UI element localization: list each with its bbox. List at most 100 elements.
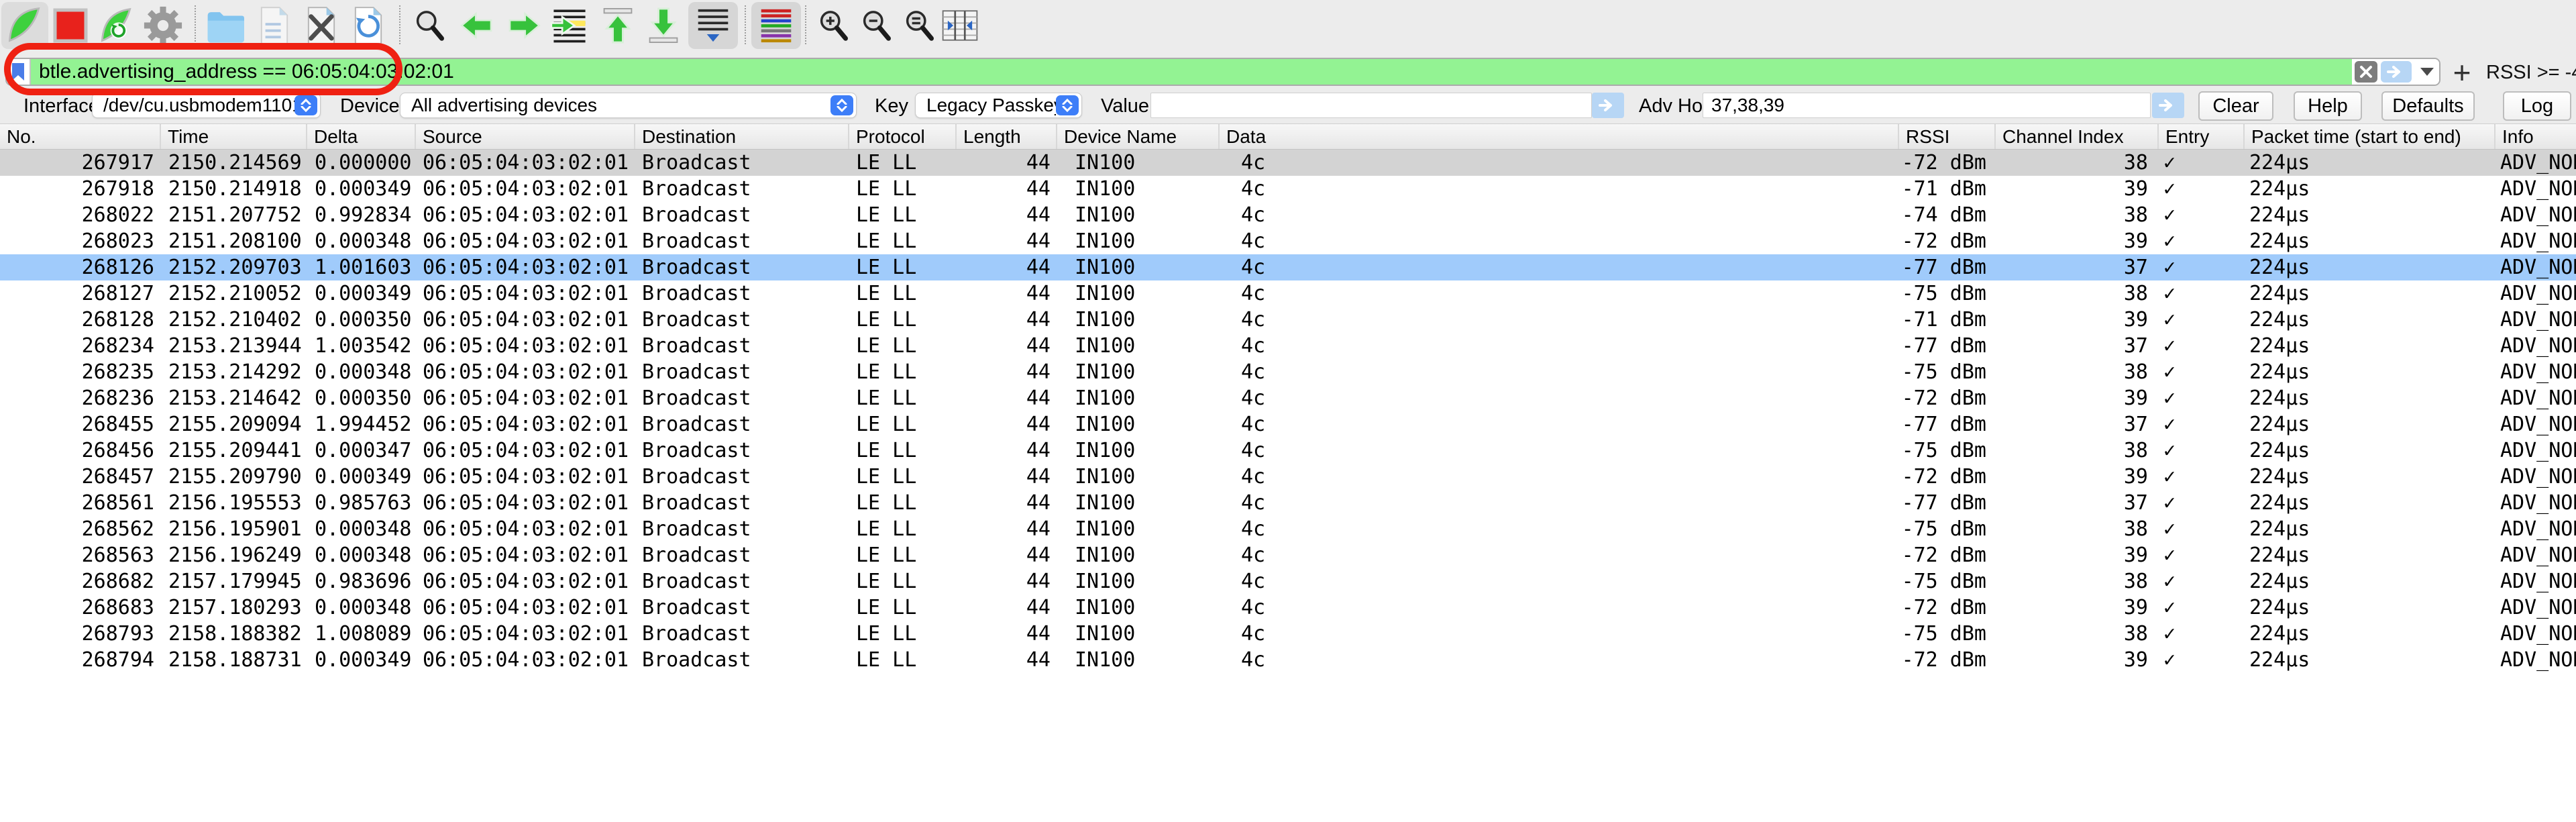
save-file-icon[interactable]	[252, 3, 297, 48]
table-row[interactable]: 2686832157.1802930.00034806:05:04:03:02:…	[0, 595, 2576, 621]
cell-no: 268235	[0, 359, 160, 385]
right-arrow-icon	[2387, 66, 2406, 78]
log-button[interactable]: Log	[2503, 91, 2571, 121]
clear-filter-button[interactable]	[2355, 61, 2377, 83]
column-header-entry[interactable]: Entry	[2157, 124, 2243, 149]
device-select[interactable]: All advertising devices	[400, 93, 857, 118]
table-row[interactable]: 2685612156.1955530.98576306:05:04:03:02:…	[0, 490, 2576, 516]
help-button[interactable]: Help	[2294, 91, 2362, 121]
table-row[interactable]: 2679172150.2145690.00000006:05:04:03:02:…	[0, 150, 2576, 176]
table-row[interactable]: 2684562155.2094410.00034706:05:04:03:02:…	[0, 438, 2576, 464]
table-row[interactable]: 2685622156.1959010.00034806:05:04:03:02:…	[0, 516, 2576, 542]
cell-delta: 0.000348	[306, 516, 415, 542]
table-row[interactable]: 2681272152.2100520.00034906:05:04:03:02:…	[0, 280, 2576, 307]
column-header-time[interactable]: Time	[160, 124, 306, 149]
reload-file-icon[interactable]	[346, 3, 390, 48]
cell-source: 06:05:04:03:02:01	[415, 411, 634, 438]
filter-dropdown-caret-icon[interactable]	[2420, 68, 2434, 76]
table-row[interactable]: 2679182150.2149180.00034906:05:04:03:02:…	[0, 176, 2576, 202]
go-to-packet-icon[interactable]	[547, 3, 592, 48]
table-row[interactable]: 2686822157.1799450.98369606:05:04:03:02:…	[0, 568, 2576, 595]
column-header-destination[interactable]: Destination	[634, 124, 848, 149]
table-row[interactable]: 2682342153.2139441.00354206:05:04:03:02:…	[0, 333, 2576, 359]
table-row[interactable]: 2684572155.2097900.00034906:05:04:03:02:…	[0, 464, 2576, 490]
key-select[interactable]: Legacy Passkey	[915, 93, 1082, 118]
cell-entry: ✓	[2157, 228, 2243, 254]
display-filter-field[interactable]: btle.advertising_address == 06:05:04:03:…	[5, 58, 2440, 86]
cell-time: 2150.214569	[160, 150, 306, 176]
cell-entry: ✓	[2157, 176, 2243, 202]
defaults-button[interactable]: Defaults	[2381, 91, 2475, 121]
colorize-toggle[interactable]	[751, 2, 801, 49]
table-row[interactable]: 2681282152.2104020.00035006:05:04:03:02:…	[0, 307, 2576, 333]
table-row[interactable]: 2680222151.2077520.99283406:05:04:03:02:…	[0, 202, 2576, 228]
resize-columns-icon[interactable]	[938, 3, 982, 48]
table-row[interactable]: 2687932158.1883821.00808906:05:04:03:02:…	[0, 621, 2576, 647]
open-file-folder-icon[interactable]	[203, 3, 247, 48]
table-row[interactable]: 2682352153.2142920.00034806:05:04:03:02:…	[0, 359, 2576, 385]
cell-no: 268793	[0, 621, 160, 647]
cell-packet_time: 224µs	[2243, 150, 2494, 176]
cell-delta: 1.001603	[306, 254, 415, 280]
key-value: Legacy Passkey	[916, 95, 1056, 116]
table-row[interactable]: 2687942158.1887310.00034906:05:04:03:02:…	[0, 647, 2576, 673]
add-filter-button[interactable]: +	[2449, 59, 2475, 86]
device-label: Device	[340, 95, 400, 117]
cell-source: 06:05:04:03:02:01	[415, 542, 634, 568]
filter-shortcut-rssi[interactable]: RSSI >= -40	[2486, 62, 2576, 84]
filter-bookmark-button[interactable]	[7, 59, 31, 85]
go-to-top-icon[interactable]	[596, 3, 640, 48]
column-header-channel_index[interactable]: Channel Index	[1994, 124, 2157, 149]
apply-filter-button[interactable]	[2381, 61, 2412, 83]
cell-destination: Broadcast	[634, 280, 848, 307]
table-row[interactable]: 2685632156.1962490.00034806:05:04:03:02:…	[0, 542, 2576, 568]
column-header-delta[interactable]: Delta	[306, 124, 415, 149]
go-back-arrow-icon[interactable]	[455, 3, 499, 48]
toolbar-separator	[195, 5, 196, 44]
cell-protocol: LE LL	[848, 411, 955, 438]
column-header-protocol[interactable]: Protocol	[848, 124, 955, 149]
column-header-length[interactable]: Length	[955, 124, 1056, 149]
column-header-no[interactable]: No.	[0, 124, 160, 149]
cell-length: 44	[955, 359, 1056, 385]
table-row[interactable]: 2684552155.2090941.99445206:05:04:03:02:…	[0, 411, 2576, 438]
restart-capture-icon[interactable]	[94, 3, 138, 48]
cell-no: 268128	[0, 307, 160, 333]
auto-scroll-toggle[interactable]	[688, 2, 738, 49]
column-header-device_name[interactable]: Device Name	[1056, 124, 1218, 149]
cell-protocol: LE LL	[848, 254, 955, 280]
cell-channel_index: 38	[1994, 438, 2157, 464]
column-header-rssi[interactable]: RSSI	[1898, 124, 1994, 149]
capture-options-gear-icon[interactable]	[141, 3, 185, 48]
zoom-reset-icon[interactable]	[898, 3, 942, 48]
zoom-in-icon[interactable]	[812, 3, 856, 48]
column-header-data[interactable]: Data	[1218, 124, 1898, 149]
find-packet-magnifier-icon[interactable]	[408, 3, 452, 48]
adv-hop-input[interactable]: 37,38,39	[1703, 93, 2151, 118]
cell-data: 4c	[1218, 307, 1898, 333]
column-header-source[interactable]: Source	[415, 124, 634, 149]
close-file-icon[interactable]	[299, 3, 343, 48]
table-row[interactable]: 2681262152.2097031.00160306:05:04:03:02:…	[0, 254, 2576, 280]
cell-protocol: LE LL	[848, 464, 955, 490]
table-row[interactable]: 2682362153.2146420.00035006:05:04:03:02:…	[0, 385, 2576, 411]
interface-value: /dev/cu.usbmodem1101-4.0	[93, 95, 294, 116]
column-header-packet_time[interactable]: Packet time (start to end)	[2243, 124, 2494, 149]
filter-input-area[interactable]: btle.advertising_address == 06:05:04:03:…	[31, 59, 2352, 85]
go-to-bottom-icon[interactable]	[641, 3, 686, 48]
value-input[interactable]	[1150, 93, 1592, 118]
cell-time: 2155.209094	[160, 411, 306, 438]
apply-adv-hop-button[interactable]	[2152, 93, 2184, 118]
table-row[interactable]: 2680232151.2081000.00034806:05:04:03:02:…	[0, 228, 2576, 254]
column-header-info[interactable]: Info	[2494, 124, 2576, 149]
go-forward-arrow-icon[interactable]	[502, 3, 546, 48]
apply-value-button[interactable]	[1592, 93, 1624, 118]
clear-button[interactable]: Clear	[2198, 91, 2273, 121]
stop-capture-icon[interactable]	[48, 3, 93, 48]
interface-select[interactable]: /dev/cu.usbmodem1101-4.0	[92, 93, 321, 118]
wireshark-start-capture-icon[interactable]	[3, 3, 47, 48]
cell-channel_index: 39	[1994, 307, 2157, 333]
cell-packet_time: 224µs	[2243, 333, 2494, 359]
zoom-out-icon[interactable]	[855, 3, 899, 48]
cell-destination: Broadcast	[634, 621, 848, 647]
